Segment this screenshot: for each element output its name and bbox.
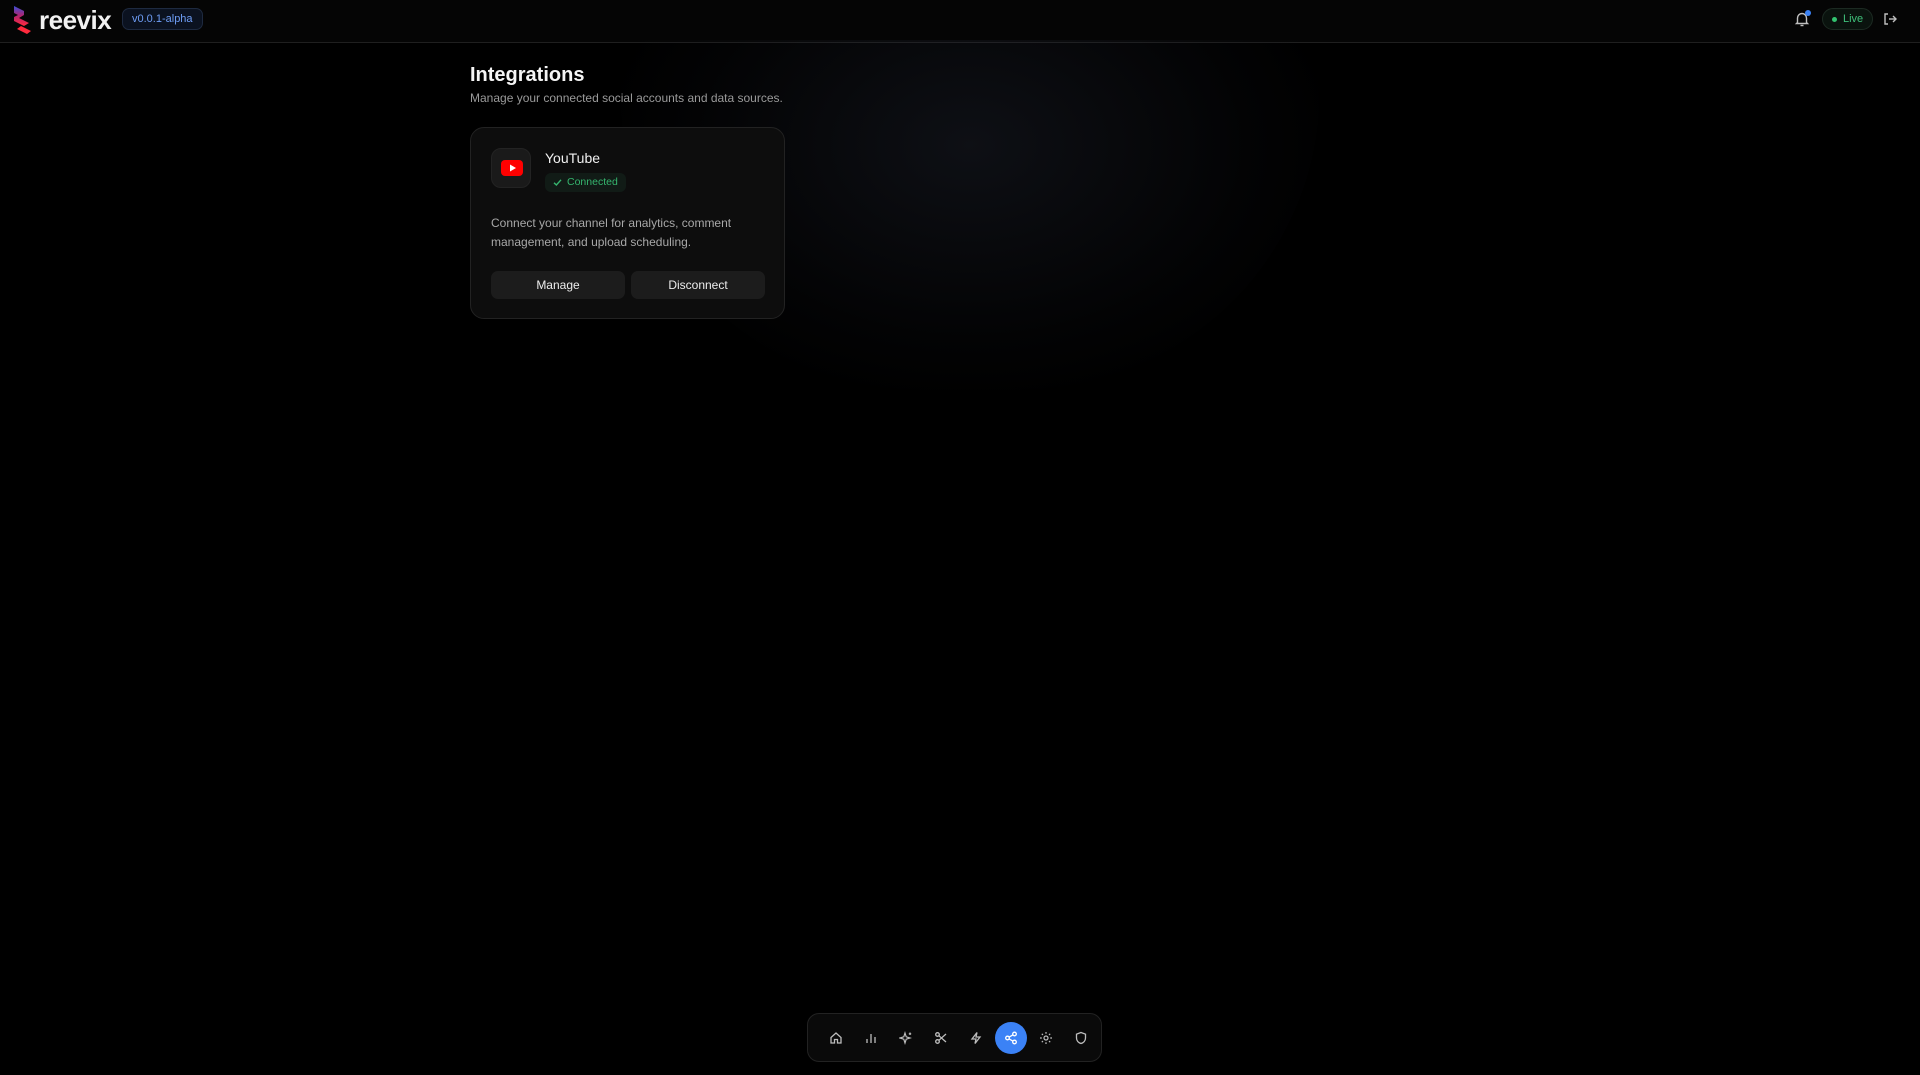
status-badge: Connected <box>545 173 626 192</box>
home-icon <box>830 1032 842 1044</box>
youtube-tile <box>491 148 531 188</box>
check-icon <box>553 179 562 186</box>
integration-card-youtube: YouTube Connected Connect your channel f… <box>470 127 785 319</box>
brand[interactable]: reevix <box>12 4 112 36</box>
status-label: Connected <box>567 176 618 188</box>
dock-ai[interactable] <box>890 1022 922 1054</box>
sparkles-icon <box>899 1031 912 1045</box>
logout-icon[interactable] <box>1882 11 1898 27</box>
bottom-dock <box>807 1013 1102 1062</box>
live-dot <box>1832 17 1837 22</box>
lightning-icon <box>970 1032 982 1044</box>
live-status-badge: Live <box>1822 8 1874 30</box>
dock-home[interactable] <box>820 1022 852 1054</box>
page-subtitle: Manage your connected social accounts an… <box>470 91 783 105</box>
integration-name: YouTube <box>545 150 601 166</box>
share-icon <box>1005 1031 1017 1045</box>
version-badge: v0.0.1-alpha <box>122 8 203 30</box>
top-bar: reevix v0.0.1-alpha Live <box>0 0 1920 43</box>
dock-automations[interactable] <box>960 1022 992 1054</box>
page-title: Integrations <box>470 64 585 86</box>
integration-description: Connect your channel for analytics, comm… <box>491 216 732 249</box>
brand-logo-icon <box>14 6 31 34</box>
live-label: Live <box>1843 13 1864 25</box>
dock-integrations[interactable] <box>995 1022 1027 1054</box>
youtube-icon <box>501 160 523 176</box>
manage-button[interactable]: Manage <box>491 271 625 299</box>
settings-icon <box>1040 1032 1052 1044</box>
dock-clips[interactable] <box>925 1022 957 1054</box>
scissors-icon <box>935 1032 947 1044</box>
dock-analytics[interactable] <box>855 1022 887 1054</box>
brand-name: reevix <box>39 5 112 35</box>
dock-security[interactable] <box>1065 1022 1097 1054</box>
shield-icon <box>1075 1031 1087 1045</box>
notification-dot <box>1805 10 1811 16</box>
disconnect-button[interactable]: Disconnect <box>631 271 765 299</box>
analytics-icon <box>866 1034 876 1043</box>
dock-settings[interactable] <box>1030 1022 1062 1054</box>
